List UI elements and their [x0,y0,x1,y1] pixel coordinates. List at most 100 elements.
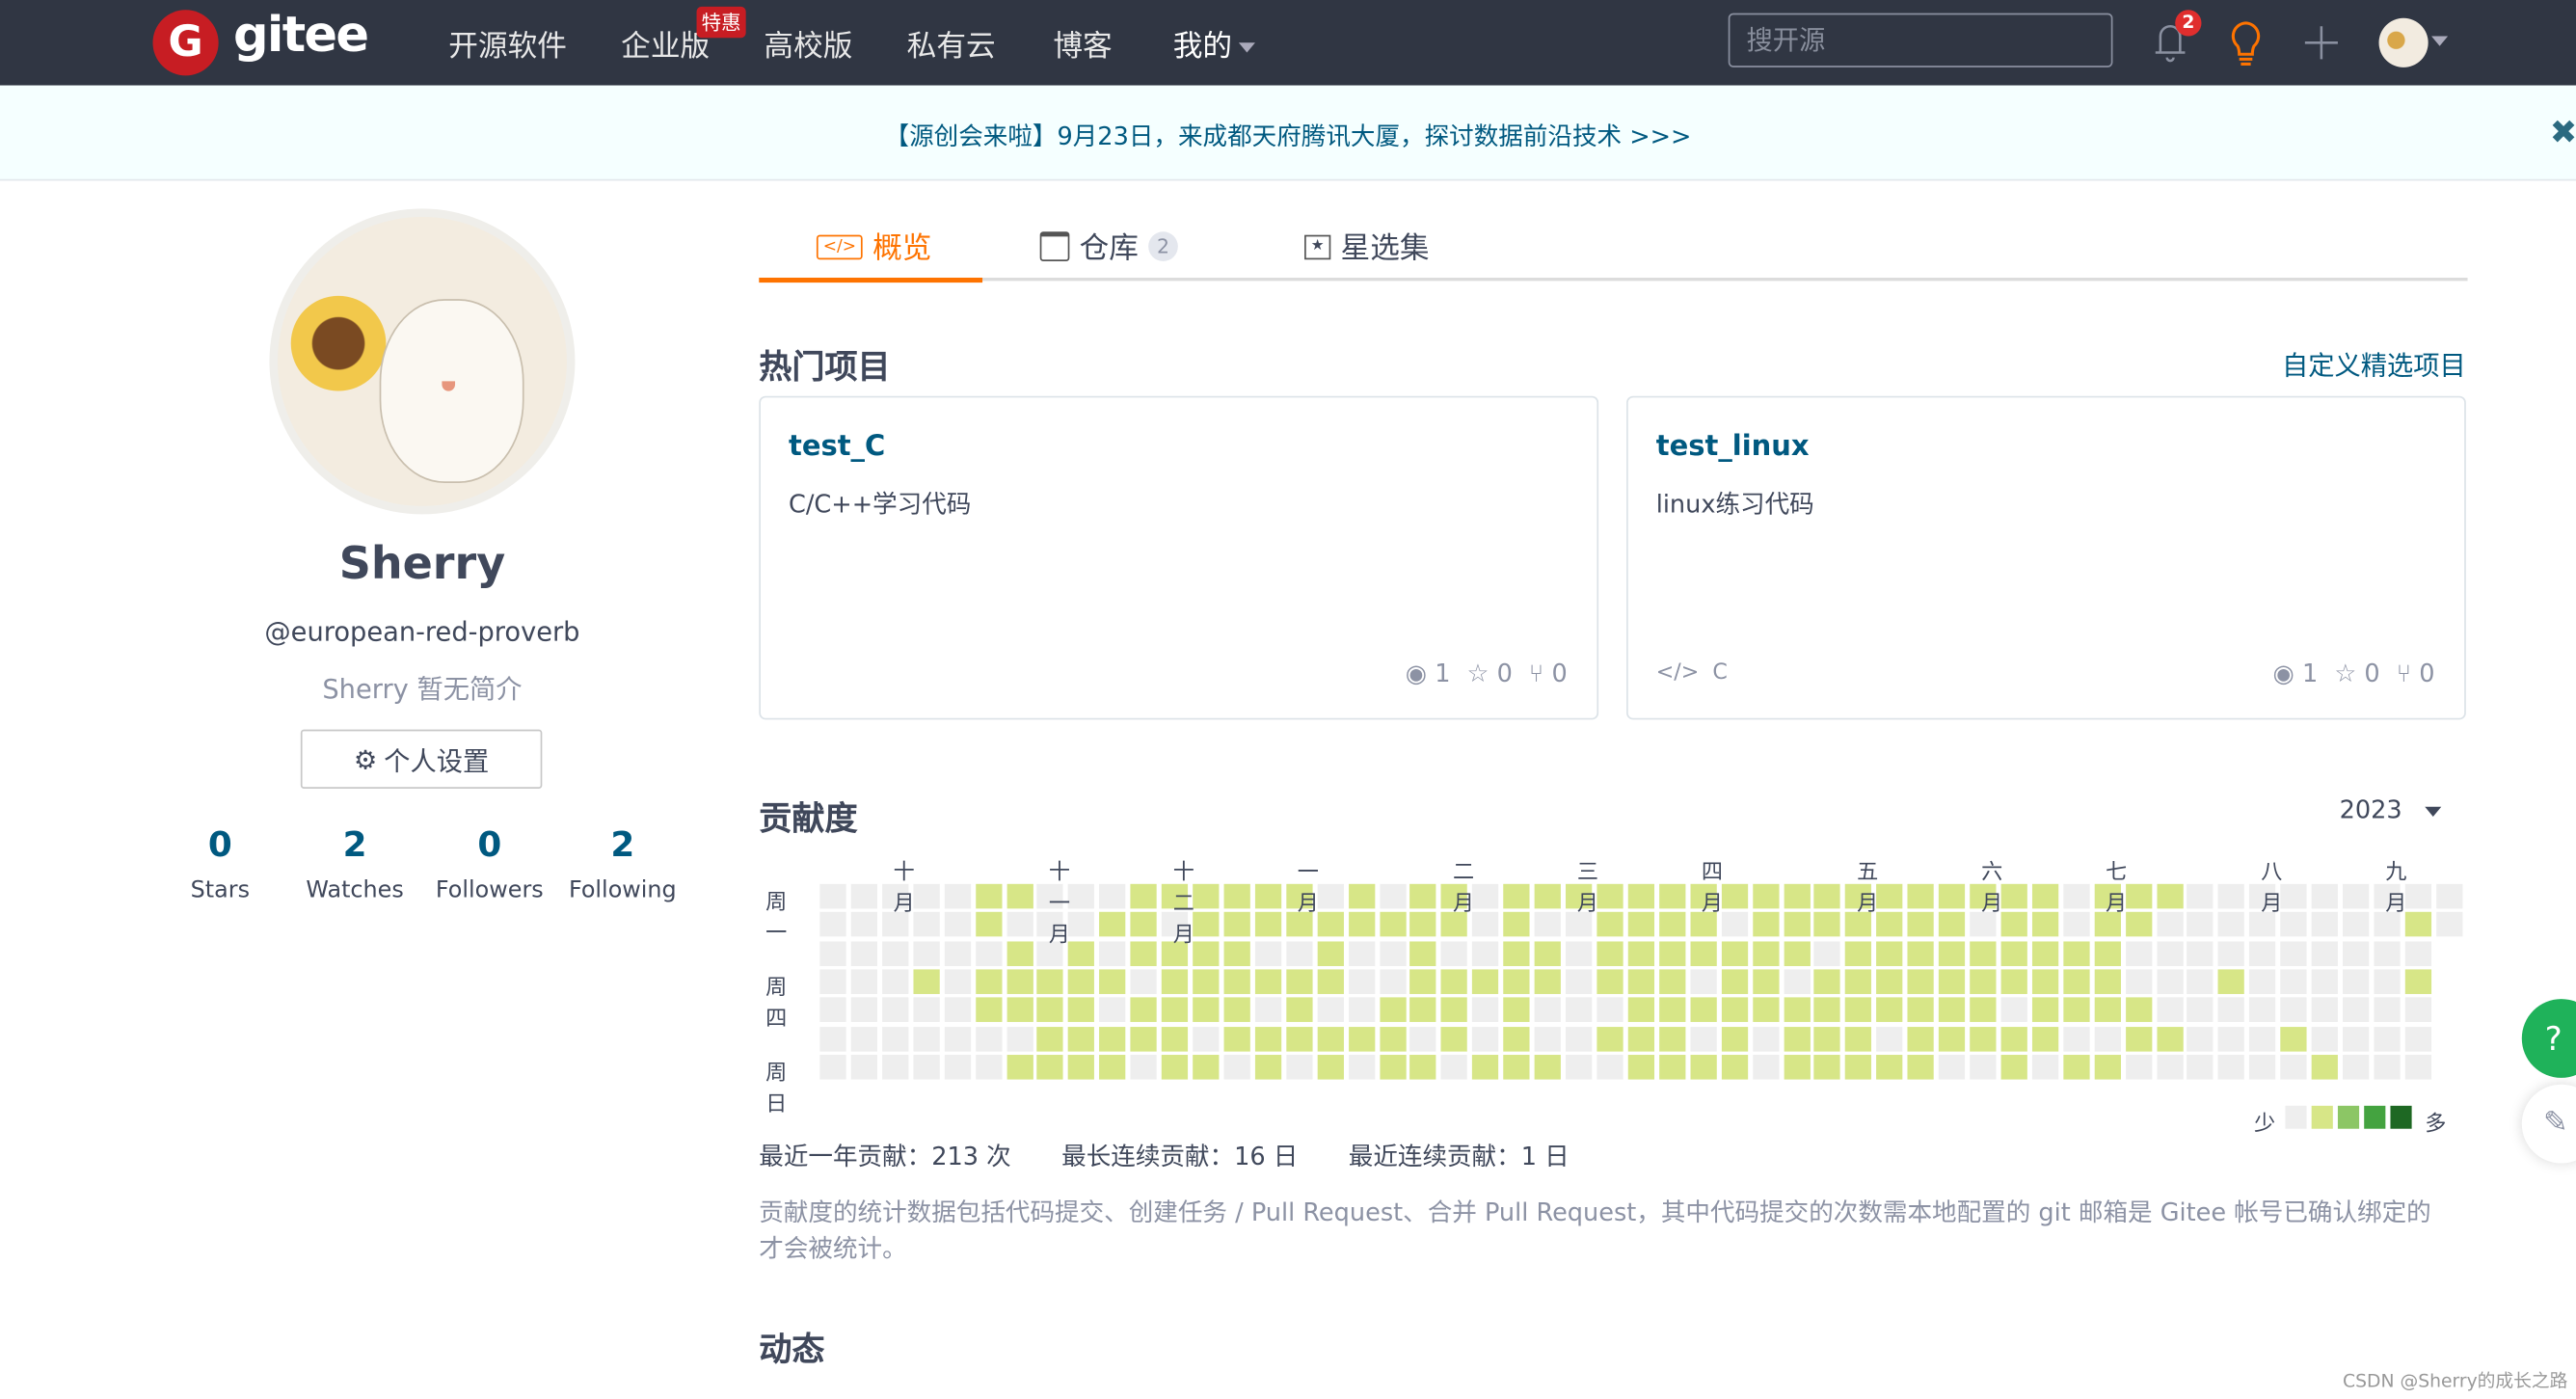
heatmap-cell[interactable] [1161,1054,1189,1080]
stat-stars[interactable]: 0 Stars [154,824,285,903]
heatmap-cell[interactable] [2156,969,2183,994]
heatmap-cell[interactable] [1566,1054,1593,1080]
heatmap-cell[interactable] [1068,997,1095,1023]
heatmap-cell[interactable] [1254,969,1281,994]
tab-overview[interactable]: </> 概览 [816,225,931,267]
heatmap-cell[interactable] [2218,997,2245,1023]
heatmap-cell[interactable] [1379,940,1406,966]
heatmap-cell[interactable] [1597,969,1623,994]
heatmap-cell[interactable] [1597,1026,1623,1051]
heatmap-cell[interactable] [1721,1026,1748,1051]
heatmap-cell[interactable] [1939,1054,1966,1080]
heatmap-cell[interactable] [2311,1026,2339,1051]
heatmap-cell[interactable] [2063,940,2090,966]
heatmap-cell[interactable] [1223,1026,1250,1051]
fork-count[interactable]: ⑂ 0 [2397,659,2435,688]
watch-count[interactable]: ◉ 1 [1406,659,1451,688]
heatmap-cell[interactable] [1752,912,1779,937]
tab-repositories[interactable]: 仓库 2 [1039,225,1178,267]
heatmap-cell[interactable] [1970,997,1997,1023]
heatmap-cell[interactable] [1409,969,1437,994]
heatmap-cell[interactable] [2249,969,2276,994]
heatmap-cell[interactable] [1721,997,1748,1023]
star-count[interactable]: ☆ 0 [2334,659,2379,688]
heatmap-cell[interactable] [913,883,940,909]
heatmap-cell[interactable] [2156,1026,2183,1051]
heatmap-cell[interactable] [819,969,846,994]
project-card[interactable]: test_C C/C++学习代码 ◉ 1 ☆ 0 ⑂ 0 [759,395,1599,720]
heatmap-cell[interactable] [1348,940,1375,966]
heatmap-cell[interactable] [2125,1054,2152,1080]
heatmap-cell[interactable] [1627,997,1654,1023]
heatmap-cell[interactable] [1441,1054,1468,1080]
heatmap-cell[interactable] [2249,997,2276,1023]
heatmap-cell[interactable] [1814,883,1841,909]
heatmap-cell[interactable] [1658,940,1686,966]
heatmap-cell[interactable] [1690,940,1717,966]
heatmap-cell[interactable] [1161,997,1189,1023]
heatmap-cell[interactable] [1845,1026,1872,1051]
heatmap-cell[interactable] [1254,940,1281,966]
heatmap-cell[interactable] [1907,883,1935,909]
heatmap-cell[interactable] [1534,997,1562,1023]
heatmap-cell[interactable] [2187,1026,2214,1051]
heatmap-cell[interactable] [2404,912,2431,937]
heatmap-cell[interactable] [1130,969,1158,994]
heatmap-cell[interactable] [1409,1026,1437,1051]
heatmap-cell[interactable] [1348,912,1375,937]
heatmap-cell[interactable] [1254,912,1281,937]
nav-mine[interactable]: 我的 [1173,23,1255,66]
heatmap-cell[interactable] [1845,940,1872,966]
heatmap-cell[interactable] [1006,969,1033,994]
customize-featured-link[interactable]: 自定义精选项目 [2282,343,2466,383]
heatmap-cell[interactable] [1907,969,1935,994]
heatmap-cell[interactable] [1409,1054,1437,1080]
heatmap-cell[interactable] [2031,940,2059,966]
heatmap-cell[interactable] [1379,1054,1406,1080]
heatmap-cell[interactable] [2156,997,2183,1023]
heatmap-cell[interactable] [1783,997,1811,1023]
heatmap-cell[interactable] [2000,997,2027,1023]
heatmap-cell[interactable] [1534,969,1562,994]
close-icon[interactable]: ✖ [2550,112,2576,151]
heatmap-cell[interactable] [1939,940,1966,966]
heatmap-cell[interactable] [2031,1054,2059,1080]
heatmap-cell[interactable] [1285,940,1313,966]
user-avatar-menu[interactable] [2378,17,2428,67]
heatmap-cell[interactable] [1193,1054,1220,1080]
heatmap-cell[interactable] [2000,1026,2027,1051]
heatmap-cell[interactable] [1317,912,1344,937]
heatmap-cell[interactable] [1503,969,1530,994]
heatmap-cell[interactable] [1721,969,1748,994]
heatmap-cell[interactable] [1721,912,1748,937]
heatmap-cell[interactable] [1068,940,1095,966]
heatmap-cell[interactable] [2218,1054,2245,1080]
heatmap-cell[interactable] [2404,969,2431,994]
stat-watches[interactable]: 2 Watches [289,824,420,903]
heatmap-cell[interactable] [975,912,1002,937]
heatmap-cell[interactable] [2125,969,2152,994]
heatmap-cell[interactable] [1658,1054,1686,1080]
heatmap-cell[interactable] [1068,883,1095,909]
gitee-logo-icon[interactable]: G [152,10,219,76]
heatmap-cell[interactable] [1970,1026,1997,1051]
heatmap-cell[interactable] [2343,912,2370,937]
heatmap-cell[interactable] [1348,1026,1375,1051]
heatmap-cell[interactable] [1658,997,1686,1023]
heatmap-cell[interactable] [1317,940,1344,966]
heatmap-cell[interactable] [1285,1054,1313,1080]
heatmap-cell[interactable] [2218,969,2245,994]
heatmap-cell[interactable] [1690,1026,1717,1051]
heatmap-cell[interactable] [1193,1026,1220,1051]
heatmap-cell[interactable] [850,883,877,909]
heatmap-cell[interactable] [1037,997,1064,1023]
heatmap-cell[interactable] [1006,997,1033,1023]
heatmap-cell[interactable] [1627,1054,1654,1080]
heatmap-cell[interactable] [1037,1054,1064,1080]
heatmap-cell[interactable] [1441,997,1468,1023]
heatmap-cell[interactable] [1130,1026,1158,1051]
heatmap-cell[interactable] [850,1054,877,1080]
heatmap-cell[interactable] [1752,940,1779,966]
heatmap-cell[interactable] [1099,912,1126,937]
feedback-button[interactable]: ✎ [2521,1084,2576,1164]
